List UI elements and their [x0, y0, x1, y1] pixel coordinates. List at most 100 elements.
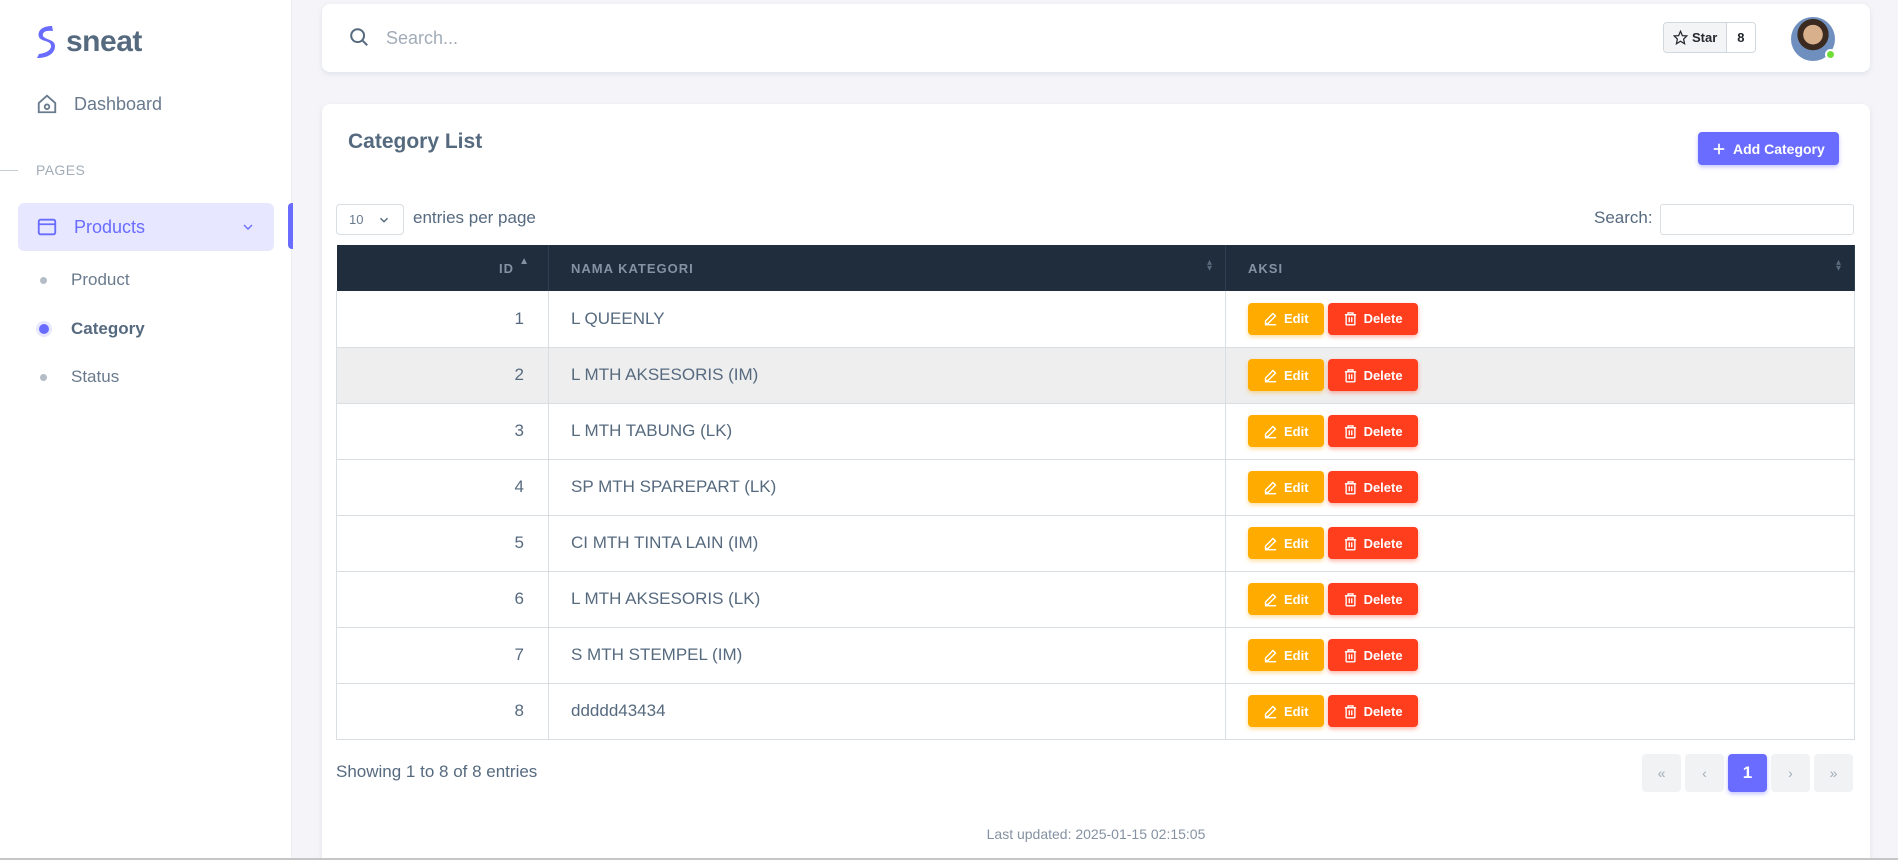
- cell-id: 3: [336, 403, 549, 460]
- edit-button[interactable]: Edit: [1248, 415, 1324, 447]
- entries-per-page-select[interactable]: 10: [336, 204, 404, 235]
- sidebar-subitem-category[interactable]: Category: [39, 314, 145, 344]
- delete-label: Delete: [1363, 367, 1403, 383]
- bullet-icon: [40, 373, 47, 381]
- delete-button[interactable]: Delete: [1327, 695, 1418, 727]
- star-label: Star: [1692, 30, 1718, 45]
- table-row: 1L QUEENLY Edit Delete: [336, 291, 1855, 348]
- delete-button[interactable]: Delete: [1327, 471, 1418, 503]
- sneat-logo-icon: [37, 26, 55, 58]
- star-count[interactable]: 8: [1727, 23, 1755, 52]
- last-updated-text: Last updated: 2025-01-15 02:15:05: [986, 826, 1206, 842]
- search-icon: [350, 28, 368, 46]
- cell-id: 6: [336, 571, 549, 628]
- edit-label: Edit: [1284, 647, 1309, 663]
- edit-button[interactable]: Edit: [1248, 359, 1324, 391]
- cell-id: 8: [336, 683, 549, 740]
- table-search-input[interactable]: [1660, 204, 1854, 235]
- edit-button[interactable]: Edit: [1248, 695, 1324, 727]
- edit-button[interactable]: Edit: [1248, 527, 1324, 559]
- search-input[interactable]: [386, 22, 706, 54]
- avatar[interactable]: [1791, 17, 1836, 61]
- brand-logo[interactable]: sneat: [34, 22, 142, 62]
- edit-label: Edit: [1284, 423, 1309, 439]
- delete-button[interactable]: Delete: [1327, 639, 1418, 671]
- edit-icon: [1264, 593, 1277, 606]
- star-icon: [1673, 30, 1688, 45]
- edit-label: Edit: [1284, 367, 1309, 383]
- top-navbar: Star 8: [322, 4, 1870, 72]
- trash-icon: [1344, 368, 1356, 382]
- first-page-button[interactable]: «: [1642, 754, 1681, 792]
- cell-actions: Edit Delete: [1225, 627, 1855, 684]
- edit-button[interactable]: Edit: [1248, 471, 1324, 503]
- table-row: 8 ddddd43434 Edit Delete: [336, 683, 1855, 740]
- last-page-button[interactable]: »: [1814, 754, 1853, 792]
- column-header-label: NAMA KATEGORI: [571, 260, 694, 276]
- column-header-id[interactable]: ID ▲: [336, 245, 549, 291]
- edit-label: Edit: [1284, 703, 1309, 719]
- sidebar-subitem-product[interactable]: Product: [40, 265, 130, 295]
- cell-category-name: CI MTH TINTA LAIN (IM): [548, 515, 1226, 572]
- edit-icon: [1264, 649, 1277, 662]
- edit-button[interactable]: Edit: [1248, 302, 1324, 335]
- category-list-card: Category List Add Category 10 entries pe…: [322, 104, 1870, 860]
- cell-category-name: L MTH TABUNG (LK): [548, 403, 1226, 460]
- cell-category-name: S MTH STEMPEL (IM): [548, 627, 1226, 684]
- entries-per-page-label: entries per page: [413, 208, 536, 227]
- table-row: 7S MTH STEMPEL (IM) Edit Delete: [336, 627, 1855, 684]
- table-info: Showing 1 to 8 of 8 entries: [336, 762, 538, 781]
- trash-icon: [1344, 648, 1356, 662]
- sort-icon: ▴ ▾: [1835, 257, 1842, 274]
- trash-icon: [1344, 424, 1356, 438]
- delete-button[interactable]: Delete: [1327, 583, 1418, 615]
- sidebar-subitem-label: Product: [71, 270, 130, 289]
- menu-section-header: PAGES: [36, 162, 86, 178]
- table-header-row: ID ▲ NAMA KATEGORI ▴ ▾ AKSI ▴ ▾: [336, 245, 1855, 291]
- cell-category-name: L QUEENLY: [548, 291, 1226, 348]
- column-header-actions[interactable]: AKSI ▴ ▾: [1225, 245, 1855, 291]
- cell-id: 7: [336, 627, 549, 684]
- delete-button[interactable]: Delete: [1327, 415, 1418, 447]
- edit-button[interactable]: Edit: [1248, 583, 1324, 615]
- cell-category-name: L MTH AKSESORIS (IM): [548, 347, 1226, 404]
- table-row: 3L MTH TABUNG (LK) Edit Delete: [336, 403, 1855, 460]
- category-table: ID ▲ NAMA KATEGORI ▴ ▾ AKSI ▴ ▾ 1L QUEENLY…: [336, 245, 1855, 740]
- current-page-button[interactable]: 1: [1728, 754, 1767, 792]
- cell-category-name: ddddd43434: [548, 683, 1226, 740]
- menu-header-divider: [0, 170, 18, 171]
- sidebar-item-label: Dashboard: [74, 93, 163, 114]
- star-button[interactable]: Star: [1664, 23, 1728, 52]
- table-row: 4 SP MTH SPAREPART (LK) Edit Delete: [336, 459, 1855, 516]
- delete-button[interactable]: Delete: [1327, 302, 1418, 335]
- edit-button[interactable]: Edit: [1248, 639, 1324, 671]
- column-header-label: ID: [499, 260, 514, 276]
- edit-icon: [1264, 537, 1277, 550]
- trash-icon: [1344, 704, 1356, 718]
- next-page-button[interactable]: ›: [1771, 754, 1810, 792]
- brand-name: sneat: [66, 25, 142, 58]
- sidebar-item-label: Products: [74, 216, 146, 237]
- edit-icon: [1264, 312, 1277, 326]
- delete-label: Delete: [1363, 647, 1403, 663]
- layout-icon: [37, 218, 57, 236]
- delete-button[interactable]: Delete: [1327, 527, 1418, 559]
- sidebar-subitem-status[interactable]: Status: [40, 362, 119, 392]
- add-category-button[interactable]: Add Category: [1698, 132, 1839, 165]
- plus-icon: [1713, 143, 1725, 154]
- sidebar-item-dashboard[interactable]: Dashboard: [18, 80, 274, 128]
- delete-label: Delete: [1363, 535, 1403, 551]
- trash-icon: [1344, 592, 1356, 606]
- delete-label: Delete: [1363, 703, 1403, 719]
- edit-icon: [1264, 425, 1277, 438]
- sidebar-item-products[interactable]: Products: [18, 203, 274, 251]
- previous-page-button[interactable]: ‹: [1685, 754, 1724, 792]
- cell-id: 5: [336, 515, 549, 572]
- github-star-widget[interactable]: Star 8: [1663, 22, 1756, 53]
- cell-actions: Edit Delete: [1225, 347, 1855, 404]
- column-header-name[interactable]: NAMA KATEGORI ▴ ▾: [548, 245, 1226, 291]
- edit-label: Edit: [1284, 591, 1309, 607]
- edit-label: Edit: [1284, 311, 1309, 327]
- delete-button[interactable]: Delete: [1327, 359, 1418, 391]
- sidebar-subitem-label: Status: [71, 367, 120, 386]
